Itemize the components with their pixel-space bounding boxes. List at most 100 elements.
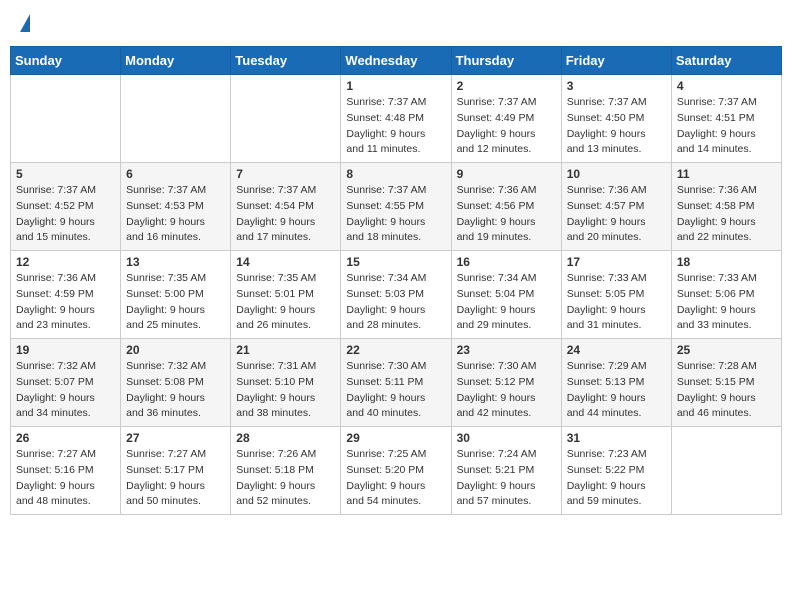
week-row-3: 12 Sunrise: 7:36 AMSunset: 4:59 PMDayligh… (11, 251, 782, 339)
day-number: 10 (567, 167, 666, 181)
day-info: Sunrise: 7:37 AMSunset: 4:51 PMDaylight:… (677, 95, 776, 158)
calendar-table: SundayMondayTuesdayWednesdayThursdayFrid… (10, 46, 782, 515)
day-cell-7: 7 Sunrise: 7:37 AMSunset: 4:54 PMDaylight… (231, 163, 341, 251)
day-info: Sunrise: 7:34 AMSunset: 5:03 PMDaylight:… (346, 271, 445, 334)
day-cell-17: 17 Sunrise: 7:33 AMSunset: 5:05 PMDayligh… (561, 251, 671, 339)
weekday-header-sunday: Sunday (11, 47, 121, 75)
day-cell-22: 22Sunrise: 7:30 AMSunset: 5:11 PMDayligh… (341, 339, 451, 427)
weekday-header-tuesday: Tuesday (231, 47, 341, 75)
day-info: Sunrise: 7:37 AMSunset: 4:55 PMDaylight:… (346, 183, 445, 246)
weekday-header-monday: Monday (121, 47, 231, 75)
day-number: 15 (346, 255, 445, 269)
day-number: 28 (236, 431, 335, 445)
week-row-4: 19 Sunrise: 7:32 AMSunset: 5:07 PMDayligh… (11, 339, 782, 427)
day-cell-2: 2 Sunrise: 7:37 AMSunset: 4:49 PMDaylight… (451, 75, 561, 163)
day-info: Sunrise: 7:37 AMSunset: 4:48 PMDaylight:… (346, 95, 445, 158)
day-cell-25: 25Sunrise: 7:28 AMSunset: 5:15 PMDayligh… (671, 339, 781, 427)
day-number: 7 (236, 167, 335, 181)
day-cell-18: 18 Sunrise: 7:33 AMSunset: 5:06 PMDayligh… (671, 251, 781, 339)
day-info: Sunrise: 7:34 AMSunset: 5:04 PMDaylight:… (457, 271, 556, 334)
day-info: Sunrise: 7:30 AMSunset: 5:12 PMDaylight:… (457, 359, 556, 422)
empty-cell (671, 427, 781, 515)
day-number: 16 (457, 255, 556, 269)
day-info: Sunrise: 7:32 AMSunset: 5:07 PMDaylight:… (16, 359, 115, 422)
day-info: Sunrise: 7:31 AMSunset: 5:10 PMDaylight:… (236, 359, 335, 422)
day-number: 4 (677, 79, 776, 93)
day-cell-8: 8 Sunrise: 7:37 AMSunset: 4:55 PMDaylight… (341, 163, 451, 251)
day-number: 30 (457, 431, 556, 445)
day-number: 8 (346, 167, 445, 181)
day-number: 3 (567, 79, 666, 93)
day-number: 11 (677, 167, 776, 181)
day-info: Sunrise: 7:25 AMSunset: 5:20 PMDaylight:… (346, 447, 445, 510)
day-info: Sunrise: 7:37 AMSunset: 4:50 PMDaylight:… (567, 95, 666, 158)
logo (18, 14, 30, 36)
day-cell-20: 20 Sunrise: 7:32 AMSunset: 5:08 PMDayligh… (121, 339, 231, 427)
day-number: 26 (16, 431, 115, 445)
logo-triangle-icon (20, 14, 30, 32)
day-cell-4: 4 Sunrise: 7:37 AMSunset: 4:51 PMDaylight… (671, 75, 781, 163)
day-info: Sunrise: 7:26 AMSunset: 5:18 PMDaylight:… (236, 447, 335, 510)
day-info: Sunrise: 7:29 AMSunset: 5:13 PMDaylight:… (567, 359, 666, 422)
day-cell-6: 6Sunrise: 7:37 AMSunset: 4:53 PMDaylight… (121, 163, 231, 251)
weekday-header-row: SundayMondayTuesdayWednesdayThursdayFrid… (11, 47, 782, 75)
day-info: Sunrise: 7:24 AMSunset: 5:21 PMDaylight:… (457, 447, 556, 510)
day-info: Sunrise: 7:33 AMSunset: 5:06 PMDaylight:… (677, 271, 776, 334)
day-info: Sunrise: 7:30 AMSunset: 5:11 PMDaylight:… (346, 359, 445, 422)
page-header (10, 10, 782, 40)
day-info: Sunrise: 7:36 AMSunset: 4:56 PMDaylight:… (457, 183, 556, 246)
day-cell-15: 15 Sunrise: 7:34 AMSunset: 5:03 PMDayligh… (341, 251, 451, 339)
day-info: Sunrise: 7:35 AMSunset: 5:01 PMDaylight:… (236, 271, 335, 334)
day-cell-3: 3 Sunrise: 7:37 AMSunset: 4:50 PMDaylight… (561, 75, 671, 163)
day-info: Sunrise: 7:32 AMSunset: 5:08 PMDaylight:… (126, 359, 225, 422)
day-cell-29: 29 Sunrise: 7:25 AMSunset: 5:20 PMDayligh… (341, 427, 451, 515)
day-info: Sunrise: 7:37 AMSunset: 4:54 PMDaylight:… (236, 183, 335, 246)
day-info: Sunrise: 7:36 AMSunset: 4:59 PMDaylight:… (16, 271, 115, 334)
day-info: Sunrise: 7:37 AMSunset: 4:52 PMDaylight:… (16, 183, 115, 246)
day-info: Sunrise: 7:27 AMSunset: 5:17 PMDaylight:… (126, 447, 225, 510)
day-number: 29 (346, 431, 445, 445)
day-number: 27 (126, 431, 225, 445)
weekday-header-wednesday: Wednesday (341, 47, 451, 75)
day-cell-16: 16 Sunrise: 7:34 AMSunset: 5:04 PMDayligh… (451, 251, 561, 339)
day-info: Sunrise: 7:28 AMSunset: 5:15 PMDaylight:… (677, 359, 776, 422)
weekday-header-saturday: Saturday (671, 47, 781, 75)
day-number: 19 (16, 343, 115, 357)
day-info: Sunrise: 7:37 AMSunset: 4:53 PMDaylight:… (126, 183, 225, 246)
day-number: 21 (236, 343, 335, 357)
day-cell-11: 11 Sunrise: 7:36 AMSunset: 4:58 PMDayligh… (671, 163, 781, 251)
day-number: 17 (567, 255, 666, 269)
day-number: 31 (567, 431, 666, 445)
day-cell-19: 19 Sunrise: 7:32 AMSunset: 5:07 PMDayligh… (11, 339, 121, 427)
day-number: 2 (457, 79, 556, 93)
day-info: Sunrise: 7:36 AMSunset: 4:57 PMDaylight:… (567, 183, 666, 246)
day-cell-26: 26Sunrise: 7:27 AMSunset: 5:16 PMDayligh… (11, 427, 121, 515)
empty-cell (121, 75, 231, 163)
day-number: 14 (236, 255, 335, 269)
day-cell-13: 13Sunrise: 7:35 AMSunset: 5:00 PMDayligh… (121, 251, 231, 339)
day-info: Sunrise: 7:36 AMSunset: 4:58 PMDaylight:… (677, 183, 776, 246)
week-row-1: 1 Sunrise: 7:37 AMSunset: 4:48 PMDaylight… (11, 75, 782, 163)
day-info: Sunrise: 7:35 AMSunset: 5:00 PMDaylight:… (126, 271, 225, 334)
day-number: 12 (16, 255, 115, 269)
day-cell-23: 23 Sunrise: 7:30 AMSunset: 5:12 PMDayligh… (451, 339, 561, 427)
day-number: 23 (457, 343, 556, 357)
day-number: 1 (346, 79, 445, 93)
day-cell-28: 28 Sunrise: 7:26 AMSunset: 5:18 PMDayligh… (231, 427, 341, 515)
empty-cell (231, 75, 341, 163)
empty-cell (11, 75, 121, 163)
day-cell-1: 1 Sunrise: 7:37 AMSunset: 4:48 PMDaylight… (341, 75, 451, 163)
week-row-5: 26Sunrise: 7:27 AMSunset: 5:16 PMDayligh… (11, 427, 782, 515)
day-number: 24 (567, 343, 666, 357)
day-cell-27: 27 Sunrise: 7:27 AMSunset: 5:17 PMDayligh… (121, 427, 231, 515)
day-info: Sunrise: 7:37 AMSunset: 4:49 PMDaylight:… (457, 95, 556, 158)
day-info: Sunrise: 7:33 AMSunset: 5:05 PMDaylight:… (567, 271, 666, 334)
day-number: 18 (677, 255, 776, 269)
week-row-2: 5 Sunrise: 7:37 AMSunset: 4:52 PMDaylight… (11, 163, 782, 251)
day-info: Sunrise: 7:23 AMSunset: 5:22 PMDaylight:… (567, 447, 666, 510)
day-number: 5 (16, 167, 115, 181)
day-cell-31: 31 Sunrise: 7:23 AMSunset: 5:22 PMDayligh… (561, 427, 671, 515)
day-cell-21: 21 Sunrise: 7:31 AMSunset: 5:10 PMDayligh… (231, 339, 341, 427)
day-number: 20 (126, 343, 225, 357)
day-cell-10: 10 Sunrise: 7:36 AMSunset: 4:57 PMDayligh… (561, 163, 671, 251)
